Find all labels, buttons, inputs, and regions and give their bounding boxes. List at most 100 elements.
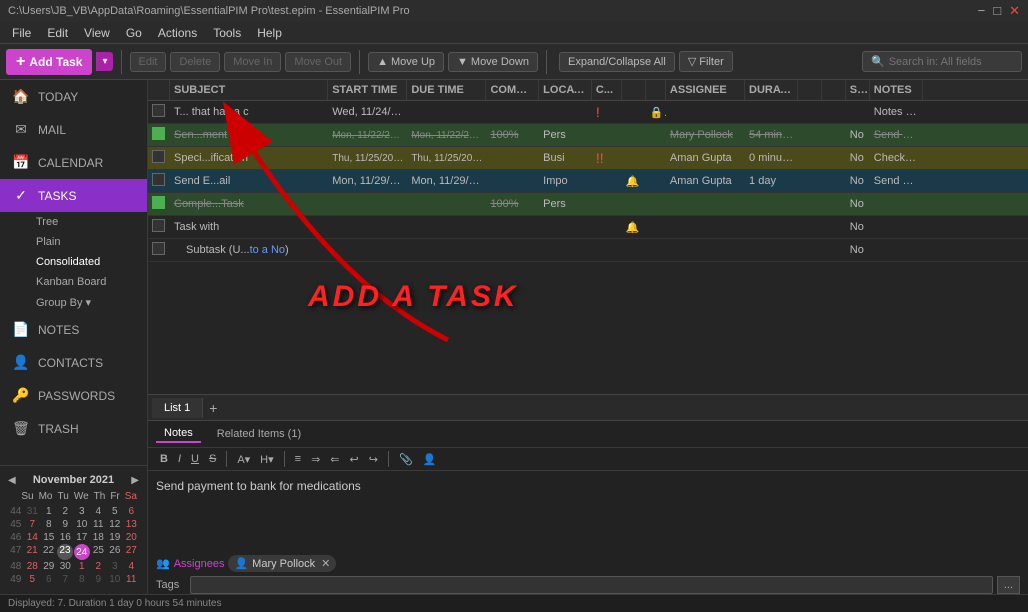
cal-day-31[interactable]: 31 xyxy=(25,505,41,518)
table-row[interactable]: Sen...ment Mon, 11/22/2021 3:20 I Mon, 1… xyxy=(148,124,1028,147)
checkbox[interactable] xyxy=(152,150,165,163)
cal-day-3-next[interactable]: 3 xyxy=(107,560,123,573)
add-task-button[interactable]: + Add Task xyxy=(6,49,92,75)
submenu-kanban[interactable]: Kanban Board xyxy=(12,272,147,292)
sidebar-item-contacts[interactable]: 👤 CONTACTS xyxy=(0,346,147,379)
sidebar-item-today[interactable]: 🏠 TODAY xyxy=(0,80,147,113)
redo-button[interactable]: ↪ xyxy=(365,452,382,467)
submenu-consolidated[interactable]: Consolidated xyxy=(12,252,147,272)
cal-day-7[interactable]: 7 xyxy=(25,518,41,531)
sidebar-item-passwords[interactable]: 🔑 PASSWORDS xyxy=(0,379,147,412)
cal-day-19[interactable]: 19 xyxy=(107,531,123,544)
row-check[interactable] xyxy=(148,239,170,261)
cal-day-27[interactable]: 27 xyxy=(124,544,139,560)
sidebar-item-trash[interactable]: 🗑 TRASH xyxy=(0,412,147,445)
menu-actions[interactable]: Actions xyxy=(150,24,205,42)
cal-day-8-next[interactable]: 8 xyxy=(74,573,90,586)
cal-day-29[interactable]: 29 xyxy=(41,560,57,573)
move-in-button[interactable]: Move In xyxy=(224,52,281,72)
menu-tools[interactable]: Tools xyxy=(205,24,249,42)
col-c[interactable]: C... xyxy=(592,80,622,100)
row-check[interactable] xyxy=(148,124,170,146)
table-row[interactable]: Speci...ification Thu, 11/25/2021 4:20 P… xyxy=(148,147,1028,170)
edit-button[interactable]: Edit xyxy=(130,52,167,72)
checkbox[interactable] xyxy=(152,242,165,255)
col-duration[interactable]: DURATION xyxy=(745,80,798,100)
cal-day-8[interactable]: 8 xyxy=(41,518,57,531)
checkbox[interactable] xyxy=(152,219,165,232)
underline-button[interactable]: U xyxy=(187,452,203,466)
menu-file[interactable]: File xyxy=(4,24,39,42)
cal-day-10[interactable]: 10 xyxy=(74,518,90,531)
row-check[interactable] xyxy=(148,101,170,123)
cal-day-17[interactable]: 17 xyxy=(74,531,90,544)
cal-day-11-next[interactable]: 11 xyxy=(124,573,140,586)
attach-button[interactable]: 📎 xyxy=(395,452,417,467)
cal-day-9-next[interactable]: 9 xyxy=(91,573,107,586)
assignees-label[interactable]: Assignees xyxy=(174,558,225,570)
table-row[interactable]: Task with 🔔 No xyxy=(148,216,1028,239)
filter-button[interactable]: ▽ Filter xyxy=(679,51,733,72)
menu-edit[interactable]: Edit xyxy=(39,24,76,42)
bold-button[interactable]: B xyxy=(156,452,172,466)
table-row[interactable]: Comple...Task 100% Pers No xyxy=(148,193,1028,216)
tab-list1[interactable]: List 1 xyxy=(152,398,203,418)
font-color-button[interactable]: A▾ xyxy=(233,452,254,467)
cal-day-11[interactable]: 11 xyxy=(91,518,107,531)
sidebar-item-mail[interactable]: ✉ MAIL xyxy=(0,113,147,146)
cal-day-25[interactable]: 25 xyxy=(91,544,106,560)
table-row[interactable]: Send E...ail Mon, 11/29/2021 Mon, 11/29/… xyxy=(148,170,1028,193)
cal-day-30[interactable]: 30 xyxy=(58,560,74,573)
sidebar-item-tasks[interactable]: ✓ TASKS xyxy=(0,179,147,212)
row-check[interactable] xyxy=(148,193,170,215)
cal-day-21[interactable]: 21 xyxy=(24,544,39,560)
cal-day-20[interactable]: 20 xyxy=(124,531,140,544)
cal-day-6-next[interactable]: 6 xyxy=(41,573,57,586)
cal-day-2-next[interactable]: 2 xyxy=(91,560,107,573)
highlight-button[interactable]: H▾ xyxy=(256,452,277,467)
col-start[interactable]: START TIME xyxy=(328,80,407,100)
indent-button[interactable]: ⇒ xyxy=(307,452,324,467)
expand-collapse-button[interactable]: Expand/Collapse All xyxy=(559,52,675,72)
move-down-button[interactable]: ▼ Move Down xyxy=(448,52,538,72)
move-up-button[interactable]: ▲ Move Up xyxy=(368,52,444,72)
cal-day-2[interactable]: 2 xyxy=(58,505,74,518)
col-s[interactable]: S... xyxy=(846,80,870,100)
cal-day-1[interactable]: 1 xyxy=(41,505,57,518)
col-assignee[interactable]: ASSIGNEE xyxy=(666,80,745,100)
add-tab-button[interactable]: + xyxy=(203,398,223,418)
move-out-button[interactable]: Move Out xyxy=(285,52,351,72)
remove-assignee-button[interactable]: ✕ xyxy=(321,557,330,570)
cal-day-23[interactable]: 23 xyxy=(57,544,72,560)
table-row[interactable]: T... that has a c Wed, 11/24/2021 ! 🔒 No… xyxy=(148,101,1028,124)
cal-day-22[interactable]: 22 xyxy=(41,544,56,560)
menu-go[interactable]: Go xyxy=(118,24,150,42)
calendar-next[interactable]: ▶ xyxy=(131,475,139,486)
cal-day-18[interactable]: 18 xyxy=(91,531,107,544)
cal-day-1-next[interactable]: 1 xyxy=(74,560,90,573)
delete-button[interactable]: Delete xyxy=(170,52,220,72)
cal-day-14[interactable]: 14 xyxy=(25,531,41,544)
insert-button[interactable]: 👤 xyxy=(419,452,441,467)
sidebar-item-calendar[interactable]: 📅 CALENDAR xyxy=(0,146,147,179)
strikethrough-button[interactable]: S xyxy=(205,452,220,466)
tags-input[interactable] xyxy=(190,576,993,594)
sidebar-item-notes[interactable]: 📄 NOTES xyxy=(0,313,147,346)
row-check[interactable] xyxy=(148,147,170,169)
search-input[interactable] xyxy=(889,56,1009,68)
calendar-prev[interactable]: ◀ xyxy=(8,475,16,486)
panel-tab-notes[interactable]: Notes xyxy=(156,425,201,443)
col-location[interactable]: LOCATION xyxy=(539,80,592,100)
cal-day-7-next[interactable]: 7 xyxy=(58,573,74,586)
row-check[interactable] xyxy=(148,216,170,238)
maximize-button[interactable]: □ xyxy=(993,3,1001,19)
checkbox[interactable] xyxy=(152,173,165,186)
checkbox[interactable] xyxy=(152,196,165,209)
list-button[interactable]: ≡ xyxy=(291,452,305,466)
close-button[interactable]: ✕ xyxy=(1009,3,1020,19)
row-check[interactable] xyxy=(148,170,170,192)
checkbox[interactable] xyxy=(152,127,165,140)
table-row[interactable]: Subtask (U...to a No) No xyxy=(148,239,1028,262)
tags-more-button[interactable]: ... xyxy=(997,576,1020,594)
submenu-plain[interactable]: Plain xyxy=(12,232,147,252)
